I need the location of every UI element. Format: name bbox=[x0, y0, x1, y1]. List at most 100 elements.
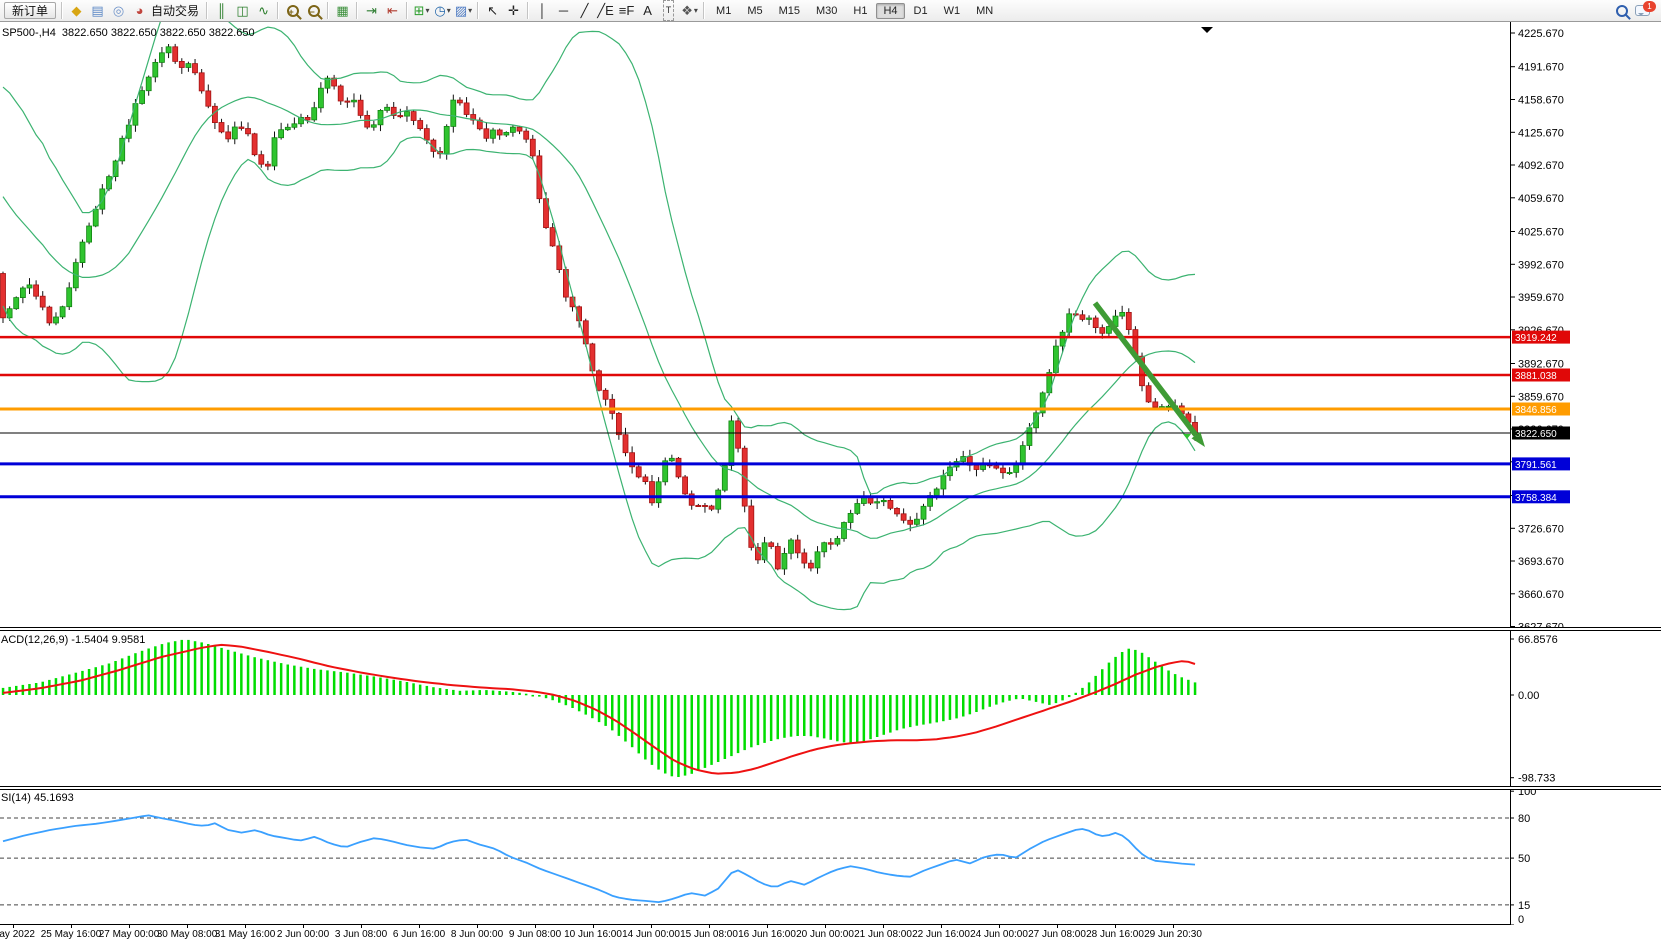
time-label: 9 Jun 08:00 bbox=[509, 929, 561, 940]
last-price-marker bbox=[1183, 434, 1191, 439]
new-chart-icon[interactable]: ⊞▾ bbox=[411, 1, 432, 20]
new-order-button[interactable]: 新订单 bbox=[4, 2, 56, 19]
time-tick bbox=[13, 925, 14, 928]
alerts-icon[interactable]: ◎ bbox=[108, 1, 129, 20]
time-tick bbox=[709, 925, 710, 928]
channel-icon[interactable]: ╱E bbox=[595, 1, 616, 20]
trend-arrow[interactable] bbox=[1095, 303, 1196, 435]
svg-text:0: 0 bbox=[1518, 914, 1524, 925]
macd-axis[interactable]: 66.85760.00-98.733 bbox=[1510, 634, 1558, 785]
toolbar-separator bbox=[277, 2, 279, 19]
toolbar-separator bbox=[206, 2, 208, 19]
time-tick bbox=[941, 925, 942, 928]
chat-badge: 1 bbox=[1643, 1, 1656, 12]
svg-text:3791.561: 3791.561 bbox=[1515, 460, 1557, 471]
cursor-icon[interactable]: ↖ bbox=[482, 1, 503, 20]
time-tick bbox=[1115, 925, 1116, 928]
timeframe-m5[interactable]: M5 bbox=[740, 3, 769, 19]
svg-text:4191.670: 4191.670 bbox=[1518, 62, 1564, 74]
toolbar-separator bbox=[356, 2, 358, 19]
rsi-pane[interactable]: 1008050150 bbox=[0, 790, 1661, 925]
svg-text:50: 50 bbox=[1518, 853, 1530, 865]
svg-text:100: 100 bbox=[1518, 790, 1536, 798]
rsi-axis[interactable]: 1008050150 bbox=[1510, 790, 1536, 925]
timeframe-m15[interactable]: M15 bbox=[772, 3, 807, 19]
time-axis[interactable]: May 202225 May 16:0027 May 00:0030 May 0… bbox=[0, 925, 1661, 942]
price-axis[interactable]: 4225.6704191.6704158.6704125.6704092.670… bbox=[1510, 28, 1564, 627]
zoom-out-icon[interactable]: − bbox=[303, 1, 324, 20]
tile-windows-icon[interactable]: ▦ bbox=[332, 1, 353, 20]
toolbar-separator bbox=[703, 2, 705, 19]
timeframe-mn[interactable]: MN bbox=[969, 3, 1000, 19]
chart-candles-icon[interactable]: ◫ bbox=[232, 1, 253, 20]
time-label: 31 May 16:00 bbox=[215, 929, 276, 940]
svg-text:4225.670: 4225.670 bbox=[1518, 28, 1564, 40]
trendline-icon[interactable]: ╱ bbox=[574, 1, 595, 20]
macd-pane[interactable]: 66.85760.00-98.733 bbox=[0, 631, 1661, 786]
svg-text:3726.670: 3726.670 bbox=[1518, 523, 1564, 535]
svg-text:3859.670: 3859.670 bbox=[1518, 391, 1564, 403]
bollinger-upper-line[interactable] bbox=[3, 22, 1195, 494]
svg-text:-98.733: -98.733 bbox=[1518, 773, 1555, 785]
terminal-icon[interactable]: ▤ bbox=[87, 1, 108, 20]
timeframe-d1[interactable]: D1 bbox=[907, 3, 935, 19]
text-icon[interactable]: A bbox=[637, 1, 658, 20]
svg-text:4059.670: 4059.670 bbox=[1518, 193, 1564, 205]
time-tick bbox=[825, 925, 826, 928]
time-tick bbox=[129, 925, 130, 928]
mt4-window: 新订单 ◆▤◎◕自动交易 ║◫∿ +−▦ ⇥⇤ ⊞▾◷▾▨▾ ↖✛ │─╱╱E≡FAT❖▾ M1… bbox=[0, 0, 1661, 942]
timeframe-m30[interactable]: M30 bbox=[809, 3, 844, 19]
toolbar-separator bbox=[406, 2, 408, 19]
time-tick bbox=[245, 925, 246, 928]
time-tick bbox=[999, 925, 1000, 928]
autotrading-icon[interactable]: ◕ bbox=[129, 1, 150, 20]
toolbar-separator bbox=[61, 2, 63, 19]
macd-label: ACD(12,26,9) -1.5404 9.9581 bbox=[1, 634, 145, 646]
time-tick bbox=[187, 925, 188, 928]
rsi-line bbox=[3, 815, 1195, 902]
chart-line-icon[interactable]: ∿ bbox=[253, 1, 274, 20]
auto-scroll-icon[interactable]: ⇥ bbox=[361, 1, 382, 20]
metaeditor-icon[interactable]: ◆ bbox=[66, 1, 87, 20]
time-tick bbox=[361, 925, 362, 928]
toolbar-separator bbox=[527, 2, 529, 19]
fibonacci-icon[interactable]: ≡F bbox=[616, 1, 637, 20]
timeframe-w1[interactable]: W1 bbox=[937, 3, 968, 19]
timeframe-h1[interactable]: H1 bbox=[846, 3, 874, 19]
time-tick bbox=[535, 925, 536, 928]
svg-text:3992.670: 3992.670 bbox=[1518, 259, 1564, 271]
time-label: 15 Jun 08:00 bbox=[680, 929, 738, 940]
time-label: 21 Jun 08:00 bbox=[854, 929, 912, 940]
templates-icon[interactable]: ▨▾ bbox=[453, 1, 474, 20]
autotrading-label: 自动交易 bbox=[151, 2, 199, 19]
periods-icon[interactable]: ◷▾ bbox=[432, 1, 453, 20]
time-label: 25 May 16:00 bbox=[41, 929, 102, 940]
time-label: 30 May 08:00 bbox=[157, 929, 218, 940]
timeframe-m1[interactable]: M1 bbox=[709, 3, 738, 19]
time-label: 6 Jun 16:00 bbox=[393, 929, 445, 940]
toolbar-separator bbox=[327, 2, 329, 19]
chart-shift-marker[interactable] bbox=[1201, 27, 1213, 33]
crosshair-icon[interactable]: ✛ bbox=[503, 1, 524, 20]
text-label-icon[interactable]: T bbox=[658, 1, 679, 20]
time-label: 22 Jun 16:00 bbox=[912, 929, 970, 940]
time-label: 28 Jun 16:00 bbox=[1086, 929, 1144, 940]
time-label: 16 Jun 16:00 bbox=[738, 929, 796, 940]
toolbar: 新订单 ◆▤◎◕自动交易 ║◫∿ +−▦ ⇥⇤ ⊞▾◷▾▨▾ ↖✛ │─╱╱E≡FAT❖▾ M1… bbox=[0, 0, 1661, 22]
time-label: 20 Jun 00:00 bbox=[796, 929, 854, 940]
horizontal-line-icon[interactable]: ─ bbox=[553, 1, 574, 20]
time-tick bbox=[593, 925, 594, 928]
chart-shift-icon[interactable]: ⇤ bbox=[382, 1, 403, 20]
chat-icon[interactable]: 1 bbox=[1632, 1, 1653, 20]
arrows-icon[interactable]: ❖▾ bbox=[679, 1, 700, 20]
zoom-in-icon[interactable]: + bbox=[282, 1, 303, 20]
main-chart-pane[interactable]: 4225.6704191.6704158.6704125.6704092.670… bbox=[0, 22, 1661, 627]
chart-bars-icon[interactable]: ║ bbox=[211, 1, 232, 20]
time-tick bbox=[767, 925, 768, 928]
timeframe-h4[interactable]: H4 bbox=[876, 3, 904, 19]
search-icon[interactable] bbox=[1611, 1, 1632, 20]
toolbar-separator bbox=[477, 2, 479, 19]
svg-text:0.00: 0.00 bbox=[1518, 690, 1539, 702]
vertical-line-icon[interactable]: │ bbox=[532, 1, 553, 20]
candles-layer bbox=[1, 44, 1198, 575]
